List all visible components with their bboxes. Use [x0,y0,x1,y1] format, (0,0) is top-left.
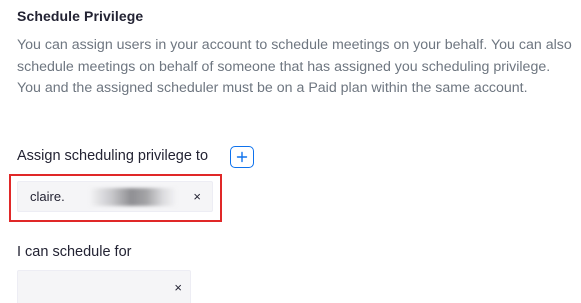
schedule-for-label: I can schedule for [17,244,132,260]
section-description: You can assign users in your account to … [17,37,572,96]
assignee-chip: claire. × [17,181,213,212]
assignee-name: claire. [30,189,65,204]
section-title: Schedule Privilege [17,8,144,24]
remove-assignee-close-icon[interactable]: × [193,189,201,204]
add-assignee-button[interactable] [230,146,254,168]
plus-icon [236,151,248,163]
redacted-email-blur [90,188,176,206]
schedule-for-field: × [17,270,191,303]
remove-schedule-for-close-icon[interactable]: × [174,280,182,295]
assign-privilege-label: Assign scheduling privilege to [17,148,209,164]
